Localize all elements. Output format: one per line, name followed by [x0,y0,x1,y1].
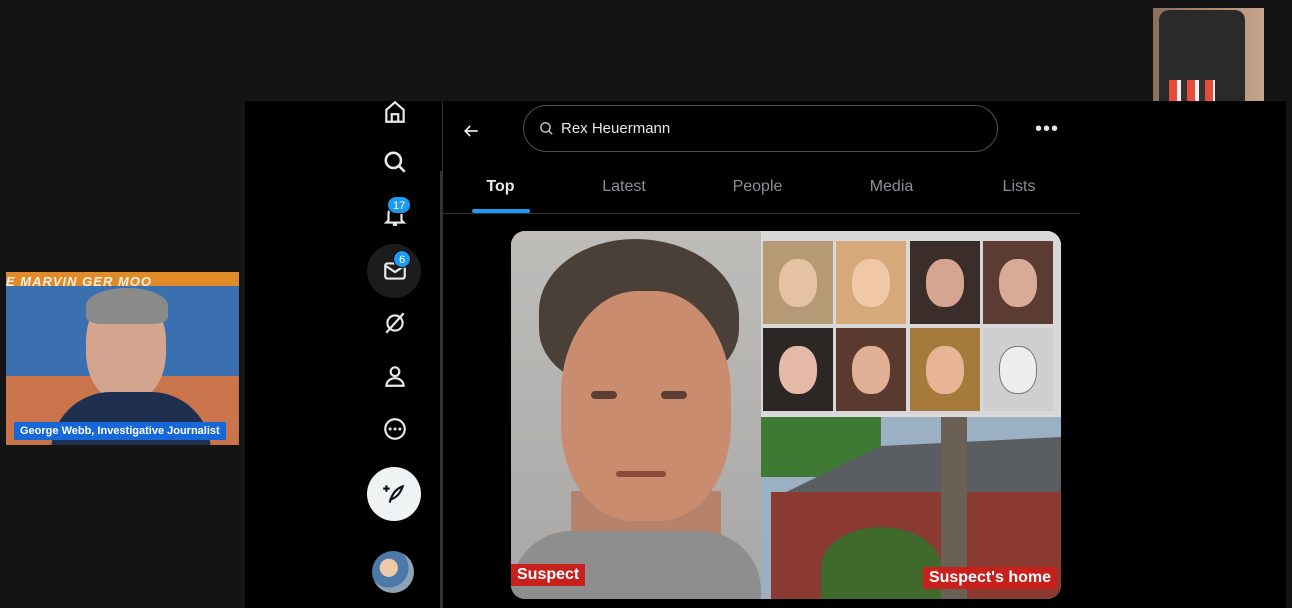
notifications-button[interactable]: 17 [363,190,427,240]
house-photo: Suspect's home [761,417,1061,599]
grok-slash-icon [385,312,405,334]
presenter-name-label: George Webb, Investigative Journalist [14,422,226,440]
sketch-thumb [983,328,1053,411]
grok-button[interactable] [363,298,427,348]
desktop-background: E MARVIN GER MOO George Webb, Investigat… [0,0,1292,608]
notifications-badge: 17 [387,196,412,214]
more-menu-button[interactable] [363,404,427,454]
compose-post-button[interactable] [367,467,421,521]
search-input[interactable] [561,120,961,137]
search-icon [384,151,406,173]
explore-button[interactable] [363,137,427,187]
portrait-thumb [836,241,906,324]
left-navigation: 17 6 [363,101,435,608]
portrait-thumb [836,328,906,411]
suspect-caption: Suspect [511,564,586,586]
search-results-column: ••• Top Latest People Media Lists [443,101,1080,608]
search-icon [540,122,553,135]
portrait-thumb [763,328,833,411]
home-button[interactable] [363,101,427,137]
shared-screen: 17 6 Rex Heuermann ••• Top Latest People… [245,101,1286,608]
tab-people[interactable]: People [690,161,825,213]
back-button[interactable] [457,117,485,145]
feather-plus-icon [383,484,405,503]
portrait-thumb [910,328,980,411]
messages-badge: 6 [393,250,412,268]
search-tabs: Top Latest People Media Lists [443,161,1080,213]
home-icon [385,101,405,123]
victim-photo-grid [761,231,1061,415]
poster-title: E MARVIN GER MOO [6,274,153,288]
suspects-home-caption: Suspect's home [922,567,1057,589]
messages-button[interactable]: 6 [363,246,427,296]
mugshot-photo: Suspect [511,231,761,599]
more-circle-icon [384,418,406,440]
tab-media[interactable]: Media [825,161,958,213]
tab-lists[interactable]: Lists [958,161,1080,213]
portrait-thumb [910,241,980,324]
arrow-left-icon [463,125,478,137]
portrait-thumb [763,241,833,324]
portrait-thumb [983,241,1053,324]
search-box[interactable] [523,105,998,152]
person-icon [385,366,405,387]
more-options-button[interactable]: ••• [1033,117,1061,141]
post-media-image[interactable]: Suspect Suspect's home [511,231,1061,599]
tab-latest[interactable]: Latest [558,161,690,213]
presenter-webcam: E MARVIN GER MOO George Webb, Investigat… [6,272,239,445]
account-avatar[interactable] [372,551,414,593]
profile-button[interactable] [363,351,427,401]
tab-top[interactable]: Top [443,161,558,213]
